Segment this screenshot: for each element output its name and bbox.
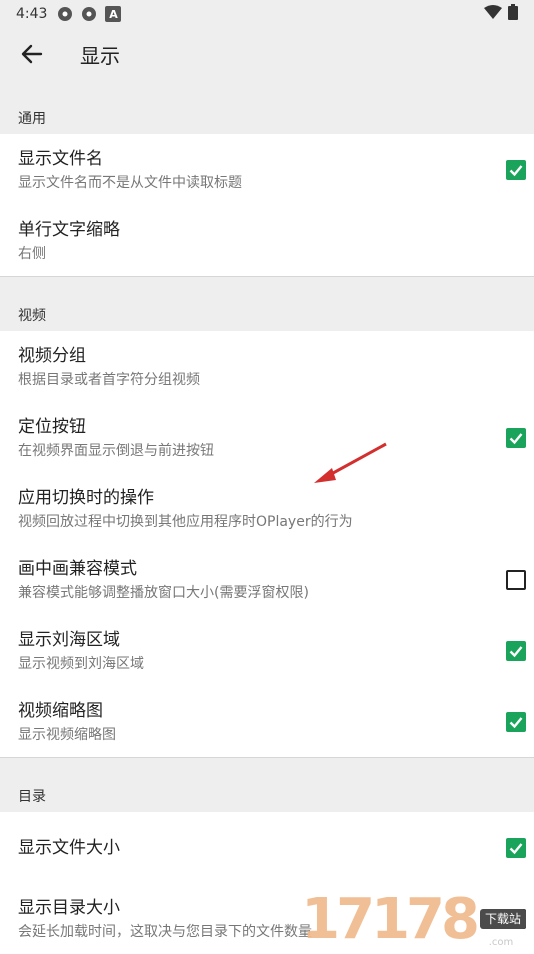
check-icon — [509, 716, 523, 728]
setting-subtitle: 根据目录或者首字符分组视频 — [18, 371, 200, 388]
setting-title: 显示刘海区域 — [18, 629, 120, 650]
setting-show-notch-area[interactable]: 显示刘海区域 显示视频到刘海区域 — [0, 615, 534, 686]
section-header-video: 视频 — [0, 277, 534, 331]
app-notification-icon-2 — [81, 6, 97, 22]
check-icon — [509, 432, 523, 444]
annotation-arrow-icon — [314, 442, 387, 483]
setting-title: 显示文件大小 — [18, 837, 120, 858]
setting-pip-compat-mode[interactable]: 画中画兼容模式 兼容模式能够调整播放窗口大小(需要浮窗权限) — [0, 544, 534, 615]
watermark-number: 17178 — [301, 887, 480, 952]
setting-app-switch-action[interactable]: 应用切换时的操作 视频回放过程中切换到其他应用程序时OPlayer的行为 — [0, 473, 534, 544]
setting-subtitle: 显示视频到刘海区域 — [18, 655, 144, 672]
file-size-checkbox[interactable] — [506, 837, 526, 858]
setting-title: 画中画兼容模式 — [18, 558, 137, 579]
section-general: 显示文件名 显示文件名而不是从文件中读取标题 单行文字缩略 右侧 — [0, 134, 534, 277]
setting-title: 视频缩略图 — [18, 700, 103, 721]
status-bar: 4:43 A — [0, 0, 534, 28]
setting-video-thumbnails[interactable]: 视频缩略图 显示视频缩略图 — [0, 686, 534, 757]
setting-title: 应用切换时的操作 — [18, 487, 154, 508]
battery-icon — [508, 4, 518, 24]
check-icon — [509, 842, 523, 854]
watermark-logo: 17178 下载站 .com — [301, 892, 526, 948]
back-button[interactable] — [12, 34, 52, 74]
seek-buttons-checkbox[interactable] — [506, 427, 526, 448]
section-header-general: 通用 — [0, 80, 534, 134]
section-header-directory: 目录 — [0, 758, 534, 812]
setting-subtitle: 在视频界面显示倒退与前进按钮 — [18, 442, 214, 459]
arrow-left-icon — [21, 44, 43, 64]
setting-seek-buttons[interactable]: 定位按钮 在视频界面显示倒退与前进按钮 — [0, 402, 534, 473]
section-video: 视频分组 根据目录或者首字符分组视频 定位按钮 在视频界面显示倒退与前进按钮 应… — [0, 331, 534, 758]
setting-single-line-ellipsis[interactable]: 单行文字缩略 右侧 — [0, 205, 534, 276]
check-icon — [509, 164, 523, 176]
setting-video-grouping[interactable]: 视频分组 根据目录或者首字符分组视频 — [0, 331, 534, 402]
a-notification-icon: A — [105, 6, 122, 22]
setting-show-file-size[interactable]: 显示文件大小 — [0, 812, 534, 883]
app-notification-icon — [57, 6, 73, 22]
wifi-icon — [484, 5, 502, 23]
setting-subtitle: 右侧 — [18, 245, 46, 262]
setting-subtitle: 视频回放过程中切换到其他应用程序时OPlayer的行为 — [18, 513, 353, 530]
setting-title: 视频分组 — [18, 345, 86, 366]
watermark-domain: .com — [488, 937, 514, 948]
status-time: 4:43 — [16, 6, 48, 22]
setting-subtitle: 显示视频缩略图 — [18, 726, 116, 743]
check-icon — [509, 645, 523, 657]
show-filename-checkbox[interactable] — [506, 159, 526, 180]
setting-subtitle: 显示文件名而不是从文件中读取标题 — [18, 174, 242, 191]
pip-compat-checkbox[interactable] — [506, 569, 526, 590]
setting-title: 定位按钮 — [18, 416, 86, 437]
page-title: 显示 — [80, 43, 120, 68]
setting-title: 单行文字缩略 — [18, 219, 120, 240]
setting-title: 显示文件名 — [18, 148, 103, 169]
video-thumbnails-checkbox[interactable] — [506, 711, 526, 732]
setting-subtitle: 兼容模式能够调整播放窗口大小(需要浮窗权限) — [18, 584, 309, 601]
watermark-label: 下载站 — [479, 909, 526, 929]
notch-area-checkbox[interactable] — [506, 640, 526, 661]
toolbar: 显示 — [0, 28, 534, 80]
setting-show-filename[interactable]: 显示文件名 显示文件名而不是从文件中读取标题 — [0, 134, 534, 205]
